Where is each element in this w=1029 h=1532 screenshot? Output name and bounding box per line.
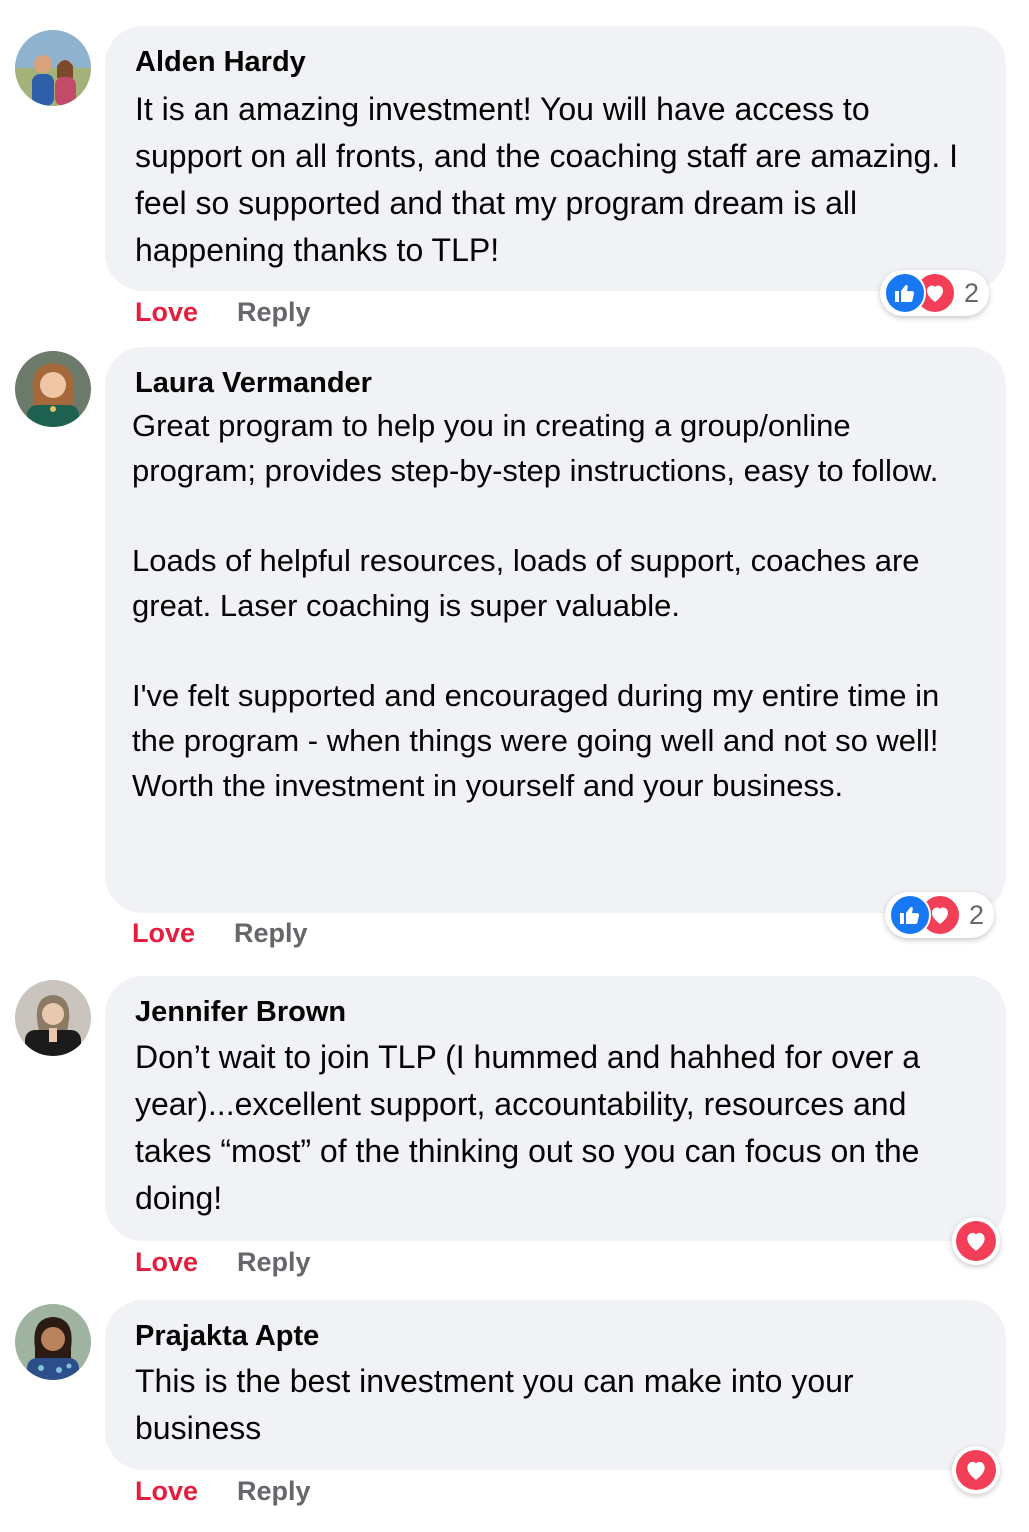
avatar[interactable] bbox=[15, 351, 91, 427]
comment-author[interactable]: Alden Hardy bbox=[135, 46, 306, 79]
avatar[interactable] bbox=[15, 1304, 91, 1380]
reply-button[interactable]: Reply bbox=[237, 297, 311, 328]
comment-paragraph: It is an amazing investment! You will ha… bbox=[135, 91, 959, 268]
love-button[interactable]: Love bbox=[132, 918, 195, 949]
like-icon bbox=[889, 894, 931, 936]
comment-paragraph: Don’t wait to join TLP (I hummed and hah… bbox=[135, 1039, 921, 1216]
comment-actions: Love Reply bbox=[135, 1476, 311, 1507]
reactions-summary[interactable] bbox=[952, 1446, 1000, 1494]
reaction-count: 2 bbox=[969, 899, 985, 930]
comment-text: This is the best investment you can make… bbox=[135, 1358, 978, 1452]
like-icon bbox=[884, 272, 926, 314]
comment-bubble: Alden Hardy It is an amazing investment!… bbox=[105, 26, 1006, 291]
reply-button[interactable]: Reply bbox=[237, 1476, 311, 1507]
comment-paragraph: I've felt supported and encouraged durin… bbox=[132, 678, 940, 803]
avatar[interactable] bbox=[15, 30, 91, 106]
heart-icon bbox=[956, 1221, 996, 1261]
comment-bubble: Prajakta Apte This is the best investmen… bbox=[105, 1300, 1006, 1470]
comment-actions: Love Reply bbox=[135, 1247, 311, 1278]
love-button[interactable]: Love bbox=[135, 297, 198, 328]
comment-text: Great program to help you in creating a … bbox=[132, 403, 978, 808]
reply-button[interactable]: Reply bbox=[234, 918, 308, 949]
comment-actions: Love Reply bbox=[132, 918, 308, 949]
comment-paragraph: This is the best investment you can make… bbox=[135, 1363, 854, 1446]
reaction-count: 2 bbox=[964, 277, 980, 308]
reactions-summary[interactable]: 2 bbox=[880, 270, 990, 316]
comment-text: It is an amazing investment! You will ha… bbox=[135, 86, 978, 274]
comment-author[interactable]: Prajakta Apte bbox=[135, 1320, 319, 1353]
comment-paragraph: Great program to help you in creating a … bbox=[132, 408, 939, 488]
comment-bubble: Laura Vermander Great program to help yo… bbox=[105, 347, 1006, 913]
comment-text: Don’t wait to join TLP (I hummed and hah… bbox=[135, 1034, 978, 1222]
comment-author[interactable]: Laura Vermander bbox=[135, 367, 372, 400]
reply-button[interactable]: Reply bbox=[237, 1247, 311, 1278]
reactions-summary[interactable] bbox=[952, 1217, 1000, 1265]
love-button[interactable]: Love bbox=[135, 1476, 198, 1507]
avatar[interactable] bbox=[15, 980, 91, 1056]
love-button[interactable]: Love bbox=[135, 1247, 198, 1278]
comment-bubble: Jennifer Brown Don’t wait to join TLP (I… bbox=[105, 976, 1006, 1241]
reactions-summary[interactable]: 2 bbox=[885, 892, 995, 938]
heart-icon bbox=[956, 1450, 996, 1490]
comment-author[interactable]: Jennifer Brown bbox=[135, 996, 346, 1029]
comment-paragraph: Loads of helpful resources, loads of sup… bbox=[132, 543, 920, 623]
comment-actions: Love Reply bbox=[135, 297, 311, 328]
